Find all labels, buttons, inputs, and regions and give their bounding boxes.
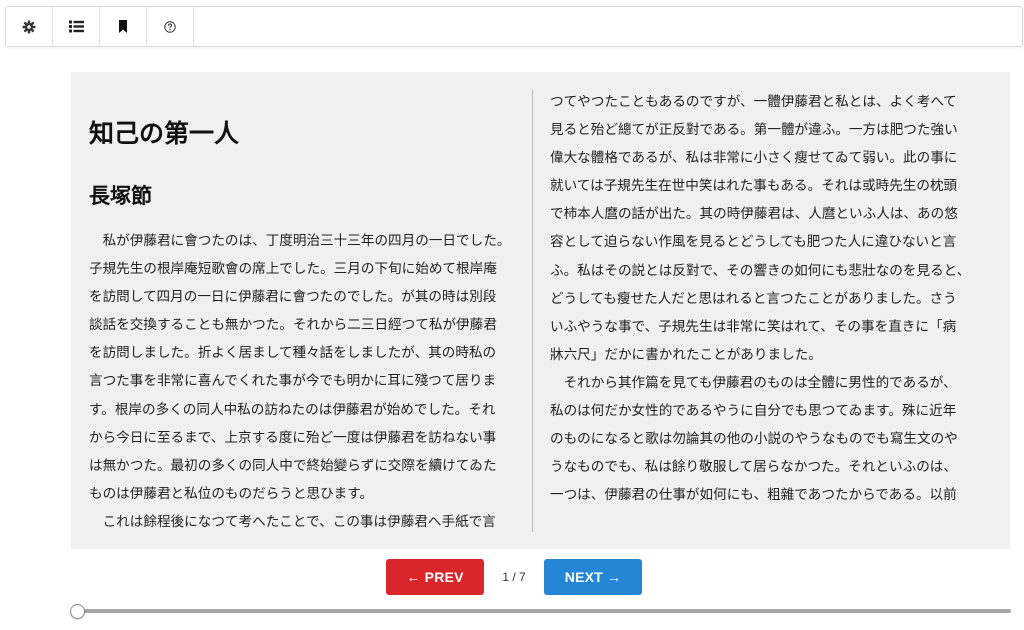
prev-button[interactable]: ← PREV [386, 559, 484, 595]
reader-toolbar [5, 6, 1023, 47]
text-line: つてやつたこともあるのですが、一體伊藤君と私とは、よく考へて [550, 94, 957, 110]
help-icon [164, 20, 176, 33]
text-line: 私が伊藤君に會つたのは、丁度明治三十三年の四月の一日でした。 [89, 233, 511, 249]
text-line: を訪問して四月の一日に伊藤君に會つたのでした。が其の時は別段 [89, 289, 497, 306]
help-button[interactable] [147, 7, 194, 46]
settings-button[interactable] [6, 7, 53, 46]
text-line: 就いては子規先生在世中笑はれた事もある。それは或時先生の枕頭 [550, 178, 958, 195]
page-indicator: 1 / 7 [502, 570, 526, 584]
text-line: から今日に至るまで、上京する度に殆ど一度は伊藤君を訪ねない事 [89, 429, 497, 446]
next-button[interactable]: NEXT → [544, 559, 642, 595]
text-line: ふ。私はその説とは反對で、その響きの如何にも悲壯なのを見ると、 [550, 262, 971, 279]
column-divider [532, 90, 533, 532]
text-line: ものは伊藤君と私位のものだらうと思ひます。 [89, 485, 374, 502]
text-line: 容として迫らない作風を見るとどうしても肥つた人に違ひないと言 [550, 234, 957, 251]
page-progress-slider[interactable] [70, 603, 1011, 619]
text-line: どうしても瘦せた人だと思はれると言つたことがありました。さう [550, 290, 957, 307]
slider-thumb[interactable] [70, 604, 85, 619]
text-line: これは餘程後になつて考へたことで、この事は伊藤君へ手紙で言 [89, 513, 496, 530]
text-line: いふやうな事で、子規先生は非常に笑はれて、その事を直きに「病 [550, 318, 957, 335]
slider-track [76, 609, 1011, 613]
text-line: 一つは、伊藤君の仕事が如何にも、粗雜であつたからである。以前 [550, 487, 957, 504]
work-title: 知己の第一人 [89, 119, 240, 148]
text-line: 偉大な體格であるが、私は非常に小さく瘦せてゐて弱い。此の事に [550, 150, 958, 167]
text-line: うなものでも、私は餘り敬服して居らなかつた。それといふのは、 [550, 459, 957, 476]
text-line: 牀六尺」だかに書かれたことがありました。 [550, 346, 822, 363]
text-line: 私のは何だか女性的であるやうに自分でも思つてゐます。殊に近年 [550, 403, 957, 420]
text-line: 言つた事を非常に喜んでくれた事が今でも明かに耳に殘つて居りま [89, 373, 497, 390]
text-line: のものになると歌は勿論其の他の小説のやうなものでも寫生文のや [550, 431, 958, 448]
bookmark-button[interactable] [100, 7, 147, 46]
table-of-contents-button[interactable] [53, 7, 100, 46]
text-line: を訪問しました。折よく居まして種々話をしましたが、其の時私の [89, 345, 497, 362]
text-line: それから其作篇を見ても伊藤君のものは全體に男性的であるが、 [550, 374, 957, 391]
text-line: す。根岸の多くの同人中私の訪ねたのは伊藤君が始めでした。それ [89, 401, 496, 418]
text-line: 談話を交換することも無かつた。それから二三日經つて私が伊藤君 [89, 317, 497, 334]
reader-page: 知己の第一人 長塚節 私が伊藤君に會つたのは、丁度明治三十三年の四月の一日でした… [71, 72, 1010, 549]
pagination: ← PREV 1 / 7 NEXT → [0, 559, 1024, 595]
author-name: 長塚節 [89, 184, 152, 208]
list-icon [68, 20, 84, 33]
text-line: は無かつた。最初の多くの同人中で終始變らずに交際を續けてゐた [89, 457, 497, 474]
right-column: つてやつたこともあるのですが、一體伊藤君と私とは、よく考へて 見ると殆ど總てが正反… [550, 88, 990, 509]
text-line: 子規先生の根岸庵短歌會の席上でした。三月の下旬に始めて根岸庵 [89, 261, 497, 278]
text-line: で柿本人麿の話が出た。其の時伊藤君は、人麿といふ人は、あの悠 [550, 206, 958, 223]
text-line: 見ると殆ど總てが正反對である。第一體が違ふ。一方は肥つた強い [550, 122, 958, 139]
bookmark-icon [119, 20, 127, 33]
gear-icon [22, 20, 36, 33]
left-column-text: 私が伊藤君に會つたのは、丁度明治三十三年の四月の一日でした。 子規先生の根岸庵短歌… [89, 227, 510, 536]
